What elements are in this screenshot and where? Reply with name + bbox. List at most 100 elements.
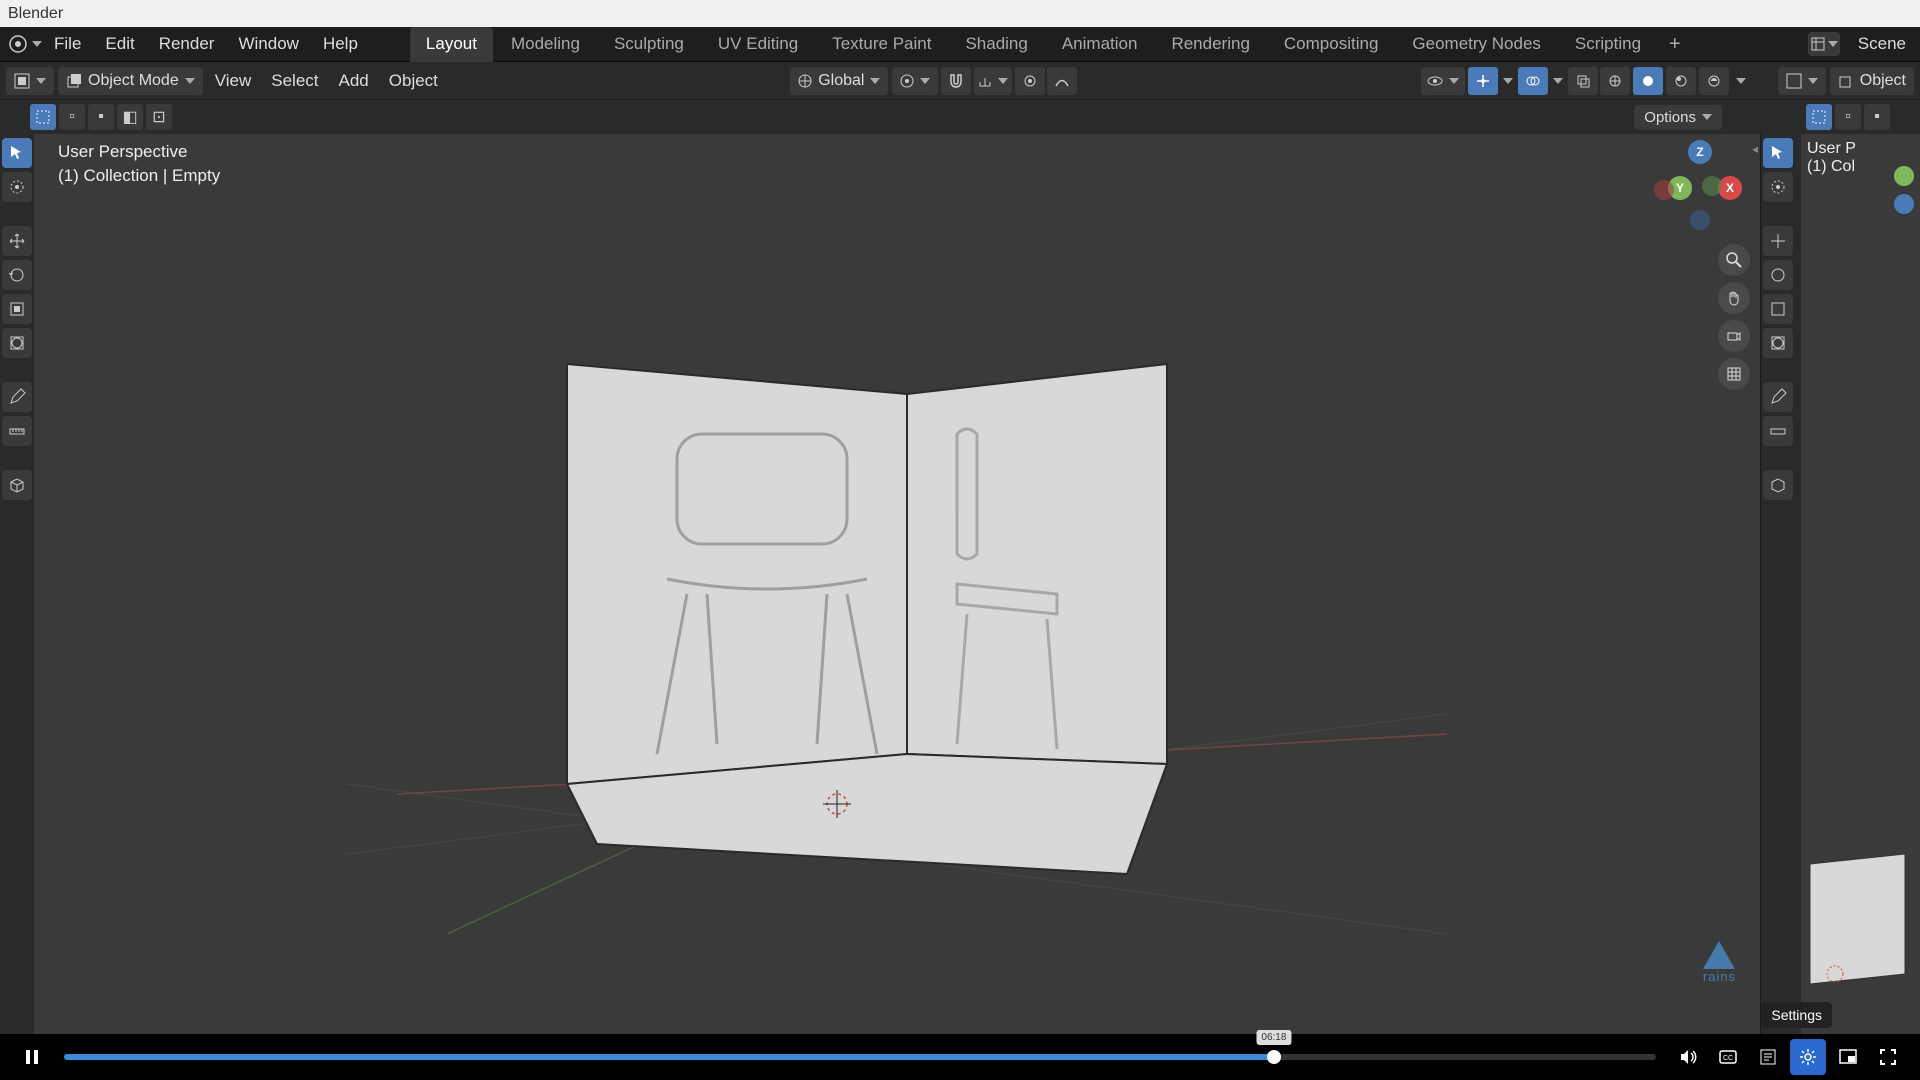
select-box-tool-2[interactable] xyxy=(1763,138,1793,168)
volume-button[interactable] xyxy=(1670,1039,1706,1075)
select-all-mode[interactable] xyxy=(30,104,56,130)
add-cube-tool[interactable] xyxy=(2,470,32,500)
editor-type-right-dropdown[interactable] xyxy=(1778,67,1826,95)
solid-mode[interactable] xyxy=(1633,67,1663,95)
view-menu[interactable]: View xyxy=(205,67,262,95)
axis-neg-z[interactable] xyxy=(1690,210,1710,230)
editor-type-dropdown[interactable] xyxy=(6,67,54,95)
scene-browse-icon[interactable] xyxy=(1808,32,1840,56)
gizmo-toggle[interactable] xyxy=(1468,67,1498,95)
mini-viewport-3d[interactable]: User P (1) Col xyxy=(1801,134,1920,1034)
menu-file[interactable]: File xyxy=(42,28,93,60)
overlay-dropdown-icon[interactable] xyxy=(1553,78,1563,84)
tab-geometry-nodes[interactable]: Geometry Nodes xyxy=(1396,27,1557,62)
sidebar-collapse-icon[interactable]: ◂ xyxy=(1752,142,1758,156)
tab-sculpting[interactable]: Sculpting xyxy=(598,27,700,62)
progress-thumb[interactable] xyxy=(1267,1050,1281,1064)
select-extend-right[interactable]: ▫ xyxy=(1835,104,1861,130)
measure-tool-2[interactable] xyxy=(1763,416,1793,446)
mode-right-dropdown[interactable]: Object xyxy=(1830,67,1914,95)
move-tool[interactable] xyxy=(2,226,32,256)
annotate-tool-2[interactable] xyxy=(1763,382,1793,412)
select-invert[interactable]: ◧ xyxy=(117,104,143,130)
perspective-toggle-button[interactable] xyxy=(1718,358,1750,390)
transform-tool-2[interactable] xyxy=(1763,328,1793,358)
navigation-gizmo[interactable]: Z Y X xyxy=(1654,140,1744,230)
axis-neg-y[interactable] xyxy=(1702,176,1722,196)
pivot-dropdown[interactable] xyxy=(892,67,938,95)
annotate-tool[interactable] xyxy=(2,382,32,412)
tab-modeling[interactable]: Modeling xyxy=(495,27,596,62)
transform-tool[interactable] xyxy=(2,328,32,358)
wireframe-mode[interactable] xyxy=(1600,67,1630,95)
menu-help[interactable]: Help xyxy=(311,28,370,60)
nav-icons xyxy=(1718,244,1750,390)
move-tool-2[interactable] xyxy=(1763,226,1793,256)
options-dropdown[interactable]: Options xyxy=(1634,105,1722,130)
xray-toggle[interactable] xyxy=(1568,67,1598,95)
material-preview-mode[interactable] xyxy=(1666,67,1696,95)
tab-layout[interactable]: Layout xyxy=(410,27,493,62)
measure-tool[interactable] xyxy=(2,416,32,446)
visibility-dropdown[interactable] xyxy=(1421,67,1465,95)
captions-button[interactable]: CC xyxy=(1710,1039,1746,1075)
select-box-tool[interactable] xyxy=(2,138,32,168)
settings-button[interactable] xyxy=(1790,1039,1826,1075)
nav-gizmo-2[interactable] xyxy=(1894,166,1914,191)
select-extend[interactable]: ▫ xyxy=(59,104,85,130)
scale-tool-2[interactable] xyxy=(1763,294,1793,324)
video-progress[interactable]: 06:18 xyxy=(64,1054,1656,1060)
tab-compositing[interactable]: Compositing xyxy=(1268,27,1395,62)
snap-dropdown[interactable] xyxy=(974,67,1012,95)
menu-render[interactable]: Render xyxy=(147,28,227,60)
transcript-button[interactable] xyxy=(1750,1039,1786,1075)
add-workspace-button[interactable]: + xyxy=(1659,27,1691,62)
rendered-mode[interactable] xyxy=(1699,67,1729,95)
cursor-tool[interactable] xyxy=(2,172,32,202)
axis-neg-x[interactable] xyxy=(1654,180,1674,200)
tab-uv-editing[interactable]: UV Editing xyxy=(702,27,814,62)
zoom-button[interactable] xyxy=(1718,244,1750,276)
snap-toggle[interactable] xyxy=(941,67,971,95)
camera-view-button[interactable] xyxy=(1718,320,1750,352)
tab-shading[interactable]: Shading xyxy=(949,27,1043,62)
viewport-3d[interactable]: User Perspective (1) Collection | Empty … xyxy=(34,134,1760,1034)
overlay-toggle[interactable] xyxy=(1518,67,1548,95)
axis-y-2[interactable] xyxy=(1894,166,1914,186)
blender-logo-icon[interactable] xyxy=(4,30,32,58)
mode-dropdown[interactable]: Object Mode xyxy=(58,67,203,95)
select-intersect[interactable]: ⊡ xyxy=(146,104,172,130)
axis-z[interactable]: Z xyxy=(1688,140,1712,164)
orientation-dropdown[interactable]: Global xyxy=(790,67,888,95)
fullscreen-button[interactable] xyxy=(1870,1039,1906,1075)
scale-tool[interactable] xyxy=(2,294,32,324)
tab-rendering[interactable]: Rendering xyxy=(1155,27,1265,62)
triangle-logo-icon xyxy=(1703,941,1735,969)
axis-z-2[interactable] xyxy=(1894,194,1914,214)
select-subtract[interactable]: ▪ xyxy=(88,104,114,130)
menu-window[interactable]: Window xyxy=(226,28,310,60)
add-cube-tool-2[interactable] xyxy=(1763,470,1793,500)
menu-edit[interactable]: Edit xyxy=(93,28,146,60)
add-menu[interactable]: Add xyxy=(329,67,379,95)
select-menu[interactable]: Select xyxy=(261,67,328,95)
pause-button[interactable] xyxy=(14,1039,50,1075)
view-perspective-label: User Perspective xyxy=(58,140,220,164)
select-subtract-right[interactable]: ▪ xyxy=(1864,104,1890,130)
select-all-mode-right[interactable] xyxy=(1806,104,1832,130)
tab-animation[interactable]: Animation xyxy=(1046,27,1154,62)
pan-button[interactable] xyxy=(1718,282,1750,314)
shading-dropdown-icon[interactable] xyxy=(1736,78,1746,84)
proportional-toggle[interactable] xyxy=(1015,67,1045,95)
gizmo-dropdown-icon[interactable] xyxy=(1503,78,1513,84)
app-menu-dropdown-icon[interactable] xyxy=(32,41,42,47)
rotate-tool[interactable] xyxy=(2,260,32,290)
object-menu[interactable]: Object xyxy=(379,67,448,95)
rotate-tool-2[interactable] xyxy=(1763,260,1793,290)
tab-scripting[interactable]: Scripting xyxy=(1559,27,1657,62)
tab-texture-paint[interactable]: Texture Paint xyxy=(816,27,947,62)
proportional-falloff[interactable] xyxy=(1047,67,1077,95)
pip-button[interactable] xyxy=(1830,1039,1866,1075)
cursor-tool-2[interactable] xyxy=(1763,172,1793,202)
scene-name-field[interactable]: Scene xyxy=(1848,30,1916,58)
